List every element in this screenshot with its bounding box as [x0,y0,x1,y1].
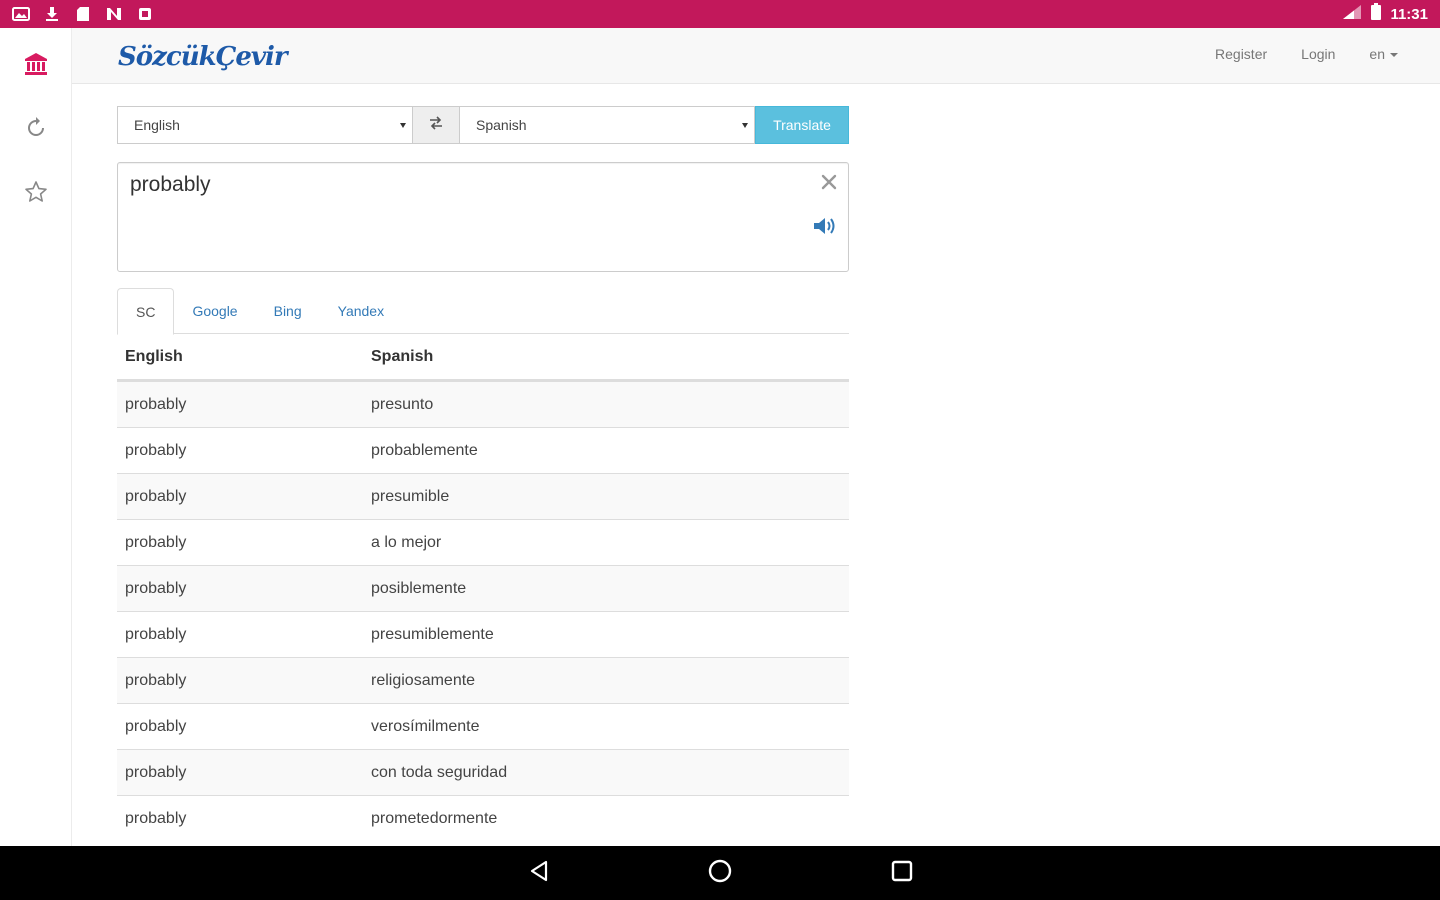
recents-button[interactable] [887,858,917,888]
register-link[interactable]: Register [1215,46,1267,62]
history-icon [24,116,48,145]
top-navbar: SözcükÇevir Register Login en [72,28,1440,84]
sd-card-icon [74,6,92,22]
home-button[interactable] [705,858,735,888]
table-row[interactable]: probably religiosamente [117,657,849,703]
source-cell: probably [125,395,187,413]
star-icon [24,180,48,209]
table-body: probably presunto probably probablemente p… [117,381,849,841]
tab-sc[interactable]: SC [117,288,175,335]
target-cell: verosímilmente [371,717,480,735]
column-header-source: English [125,347,183,365]
results-table: English Spanish probably presunto probabl… [117,334,849,841]
system-navigation-bar [0,846,1440,900]
home-circle-icon [707,858,733,889]
language-row: English Spanish Translate [117,106,849,144]
column-header-target: Spanish [371,347,434,365]
caret-down-icon [400,123,406,128]
source-cell: probably [125,671,187,689]
source-cell: probably [125,809,187,827]
swap-icon [428,115,444,135]
back-button[interactable] [524,858,554,888]
table-row[interactable]: probably presumiblemente [117,611,849,657]
table-row[interactable]: probably posiblemente [117,565,849,611]
tab-bing[interactable]: Bing [256,288,320,334]
rail-item-favorites[interactable] [22,180,50,208]
nav-links: Register Login en [1215,46,1398,62]
source-cell: probably [125,487,187,505]
source-cell: probably [125,763,187,781]
source-cell: probably [125,625,187,643]
target-cell: a lo mejor [371,533,442,551]
bank-icon [23,51,49,82]
battery-icon [1370,3,1382,25]
target-cell: probablemente [371,441,478,459]
status-bar: 11:31 [0,0,1440,28]
rail-item-home[interactable] [22,52,50,80]
language-dropdown[interactable]: en [1369,46,1398,62]
login-link[interactable]: Login [1301,46,1335,62]
target-cell: presumiblemente [371,625,494,643]
provider-tabs: SC Google Bing Yandex [117,288,849,335]
table-row[interactable]: probably presunto [117,381,849,427]
speaker-icon[interactable] [812,215,840,237]
table-row[interactable]: probably verosímilmente [117,703,849,749]
brand-logo[interactable]: SözcükÇevir [118,42,288,72]
recents-square-icon [890,859,914,888]
table-header: English Spanish [117,334,849,381]
input-text: probably [130,173,211,196]
table-row[interactable]: probably a lo mejor [117,519,849,565]
target-cell: religiosamente [371,671,476,689]
side-rail [0,28,72,846]
notification-icons [0,6,154,22]
input-textarea[interactable]: probably [117,162,849,272]
system-status: 11:31 [1342,3,1440,25]
source-language-value: English [134,117,180,133]
download-icon [43,6,61,22]
table-row[interactable]: probably presumible [117,473,849,519]
tab-yandex[interactable]: Yandex [320,288,402,334]
target-language-value: Spanish [476,117,527,133]
caret-down-icon [1390,53,1398,58]
target-cell: posiblemente [371,579,467,597]
clear-icon[interactable] [818,171,840,193]
swap-languages-button[interactable] [413,106,459,144]
language-dropdown-label: en [1369,46,1385,62]
table-row[interactable]: probably con toda seguridad [117,749,849,795]
translate-button[interactable]: Translate [755,106,849,144]
table-row[interactable]: probably probablemente [117,427,849,473]
square-app-icon [136,6,154,22]
table-row[interactable]: probably prometedormente [117,795,849,841]
n-icon [105,6,123,22]
clock: 11:31 [1390,5,1428,23]
source-cell: probably [125,441,187,459]
target-cell: presunto [371,395,434,413]
back-triangle-icon [528,859,550,888]
target-cell: presumible [371,487,450,505]
caret-down-icon [742,123,748,128]
target-cell: prometedormente [371,809,498,827]
target-language-select[interactable]: Spanish [459,106,755,144]
source-cell: probably [125,533,187,551]
source-language-select[interactable]: English [117,106,413,144]
rail-item-history[interactable] [22,116,50,144]
gallery-icon [12,6,30,22]
signal-icon [1342,4,1362,24]
tab-google[interactable]: Google [174,288,255,334]
source-cell: probably [125,579,187,597]
target-cell: con toda seguridad [371,763,508,781]
source-cell: probably [125,717,187,735]
